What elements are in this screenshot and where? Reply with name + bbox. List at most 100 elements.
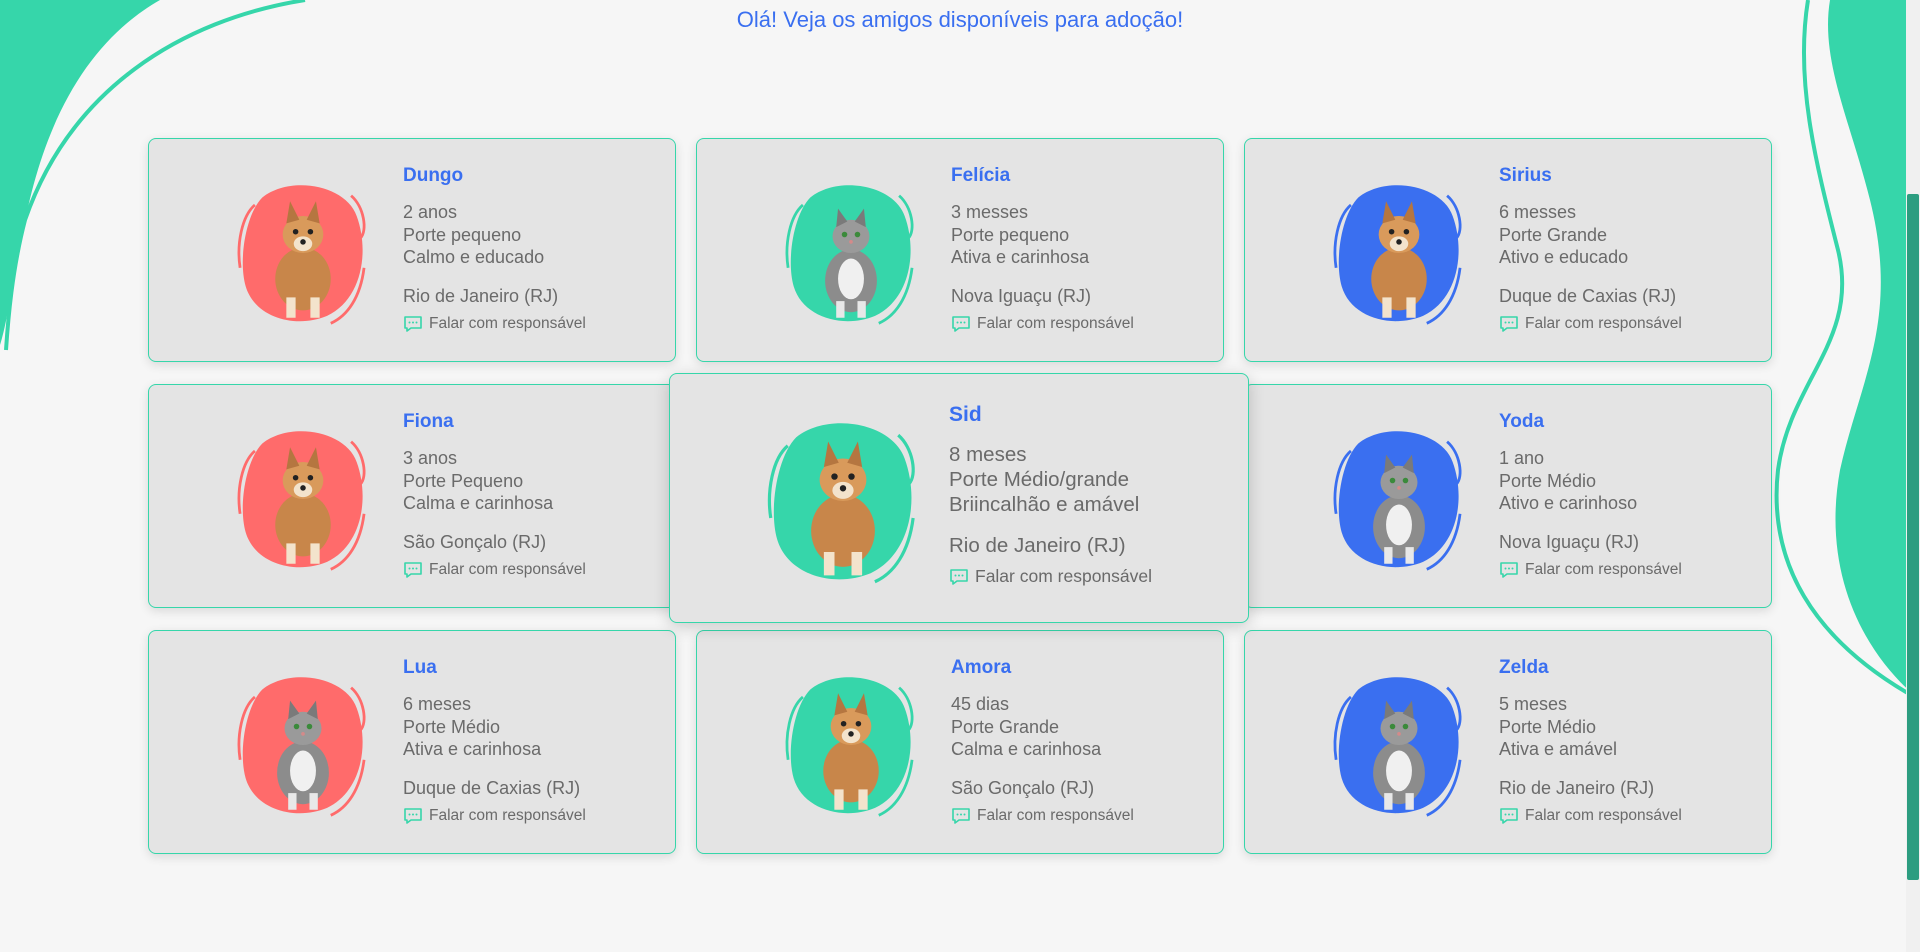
pet-card-yoda[interactable]: Yoda 1 ano Porte Médio Ativo e carinhoso… [1244,384,1772,608]
page-greeting: Olá! Veja os amigos disponíveis para ado… [736,7,1184,32]
pet-name: Dungo [403,165,464,186]
contact-owner-link[interactable]: Falar com responsável [403,805,586,828]
chat-icon [1499,807,1519,825]
pet-name: Lua [403,657,437,678]
pet-info: Fiona 3 anos Porte Pequeno Calma e carin… [403,411,586,582]
pet-city: Rio de Janeiro (RJ) [949,534,1126,557]
pet-photo [229,671,377,819]
chat-icon [1499,315,1519,333]
contact-owner-label: Falar com responsável [429,561,586,578]
pet-temperament: Calma e carinhosa [403,493,554,513]
pet-size: Porte Grande [951,716,1060,737]
pet-card-sirius[interactable]: Sirius 6 messes Porte Grande Ativo e edu… [1244,138,1772,362]
pet-info: Dungo 2 anos Porte pequeno Calmo e educa… [403,165,586,336]
pet-temperament: Calmo e educado [403,247,545,267]
pet-temperament: Ativo e educado [1499,247,1629,267]
chat-icon [951,807,971,825]
contact-owner-label: Falar com responsável [977,315,1134,332]
pet-temperament: Ativa e amável [1499,739,1618,759]
pet-size: Porte pequeno [403,224,522,245]
contact-owner-link[interactable]: Falar com responsável [1499,805,1682,828]
pet-photo [1325,671,1473,819]
scrollbar-thumb[interactable] [1907,194,1919,880]
pet-card-felícia[interactable]: Felícia 3 messes Porte pequeno Ativa e c… [696,138,1224,362]
pet-name: Fiona [403,411,454,432]
contact-owner-link[interactable]: Falar com responsável [949,564,1152,589]
contact-owner-link[interactable]: Falar com responsável [1499,313,1682,336]
pet-city: São Gonçalo (RJ) [403,531,547,552]
chat-icon [403,561,423,579]
pet-card-amora[interactable]: Amora 45 dias Porte Grande Calma e carin… [696,630,1224,854]
pet-age: 1 ano [1499,448,1545,468]
pet-card-dungo[interactable]: Dungo 2 anos Porte pequeno Calmo e educa… [148,138,676,362]
pet-name: Yoda [1499,411,1545,432]
pet-size: Porte Grande [1499,224,1608,245]
pet-info: Yoda 1 ano Porte Médio Ativo e carinhoso… [1499,411,1682,582]
pet-age: 8 meses [949,443,1027,466]
contact-owner-label: Falar com responsável [429,315,586,332]
pet-size: Porte pequeno [951,224,1070,245]
pet-city: Rio de Janeiro (RJ) [403,285,559,306]
pet-info: Sid 8 meses Porte Médio/grande Briincalh… [949,404,1152,589]
pet-photo [229,425,377,573]
pet-info: Lua 6 meses Porte Médio Ativa e carinhos… [403,657,586,828]
pet-photo [758,416,928,586]
pet-info: Felícia 3 messes Porte pequeno Ativa e c… [951,165,1134,336]
contact-owner-label: Falar com responsável [1525,807,1682,824]
pet-name: Zelda [1499,657,1549,678]
pet-card-zelda[interactable]: Zelda 5 meses Porte Médio Ativa e amável… [1244,630,1772,854]
pet-city: Nova Iguaçu (RJ) [1499,531,1640,552]
pet-photo [1325,425,1473,573]
pet-info: Zelda 5 meses Porte Médio Ativa e amável… [1499,657,1682,828]
pet-info: Sirius 6 messes Porte Grande Ativo e edu… [1499,165,1682,336]
top-left-wave [0,0,160,345]
pet-city: Duque de Caxias (RJ) [1499,285,1677,306]
pet-name: Sirius [1499,165,1552,186]
pet-size: Porte Médio [1499,470,1597,491]
pet-name: Felícia [951,165,1011,186]
pet-city: Nova Iguaçu (RJ) [951,285,1092,306]
pet-name: Amora [951,657,1012,678]
pet-size: Porte Médio [403,716,501,737]
pet-size: Porte Pequeno [403,470,524,491]
pet-info: Amora 45 dias Porte Grande Calma e carin… [951,657,1134,828]
contact-owner-link[interactable]: Falar com responsável [1499,559,1682,582]
pet-temperament: Ativo e carinhoso [1499,493,1638,513]
chat-icon [403,315,423,333]
pet-temperament: Calma e carinhosa [951,739,1102,759]
pet-age: 6 meses [403,694,472,714]
contact-owner-label: Falar com responsável [429,807,586,824]
contact-owner-label: Falar com responsável [975,566,1153,586]
contact-owner-link[interactable]: Falar com responsável [951,313,1134,336]
contact-owner-link[interactable]: Falar com responsável [403,559,586,582]
pet-age: 3 messes [951,202,1029,222]
chat-icon [949,568,969,586]
pet-size: Porte Médio [1499,716,1597,737]
pet-age: 45 dias [951,694,1010,714]
pet-card-lua[interactable]: Lua 6 meses Porte Médio Ativa e carinhos… [148,630,676,854]
pet-size: Porte Médio/grande [949,468,1130,491]
contact-owner-label: Falar com responsável [1525,315,1682,332]
pet-card-sid[interactable]: Sid 8 meses Porte Médio/grande Briincalh… [669,373,1249,623]
scrollbar[interactable] [1906,0,1920,952]
pet-temperament: Briincalhão e amável [949,493,1140,516]
pet-city: Duque de Caxias (RJ) [403,777,581,798]
pet-photo [777,671,925,819]
pet-age: 2 anos [403,202,458,222]
chat-icon [1499,561,1519,579]
chat-icon [403,807,423,825]
pet-card-fiona[interactable]: Fiona 3 anos Porte Pequeno Calma e carin… [148,384,676,608]
pet-photo [229,179,377,327]
pet-temperament: Ativa e carinhosa [403,739,542,759]
contact-owner-link[interactable]: Falar com responsável [403,313,586,336]
contact-owner-label: Falar com responsável [1525,561,1682,578]
contact-owner-label: Falar com responsável [977,807,1134,824]
pet-temperament: Ativa e carinhosa [951,247,1090,267]
pet-photo [1325,179,1473,327]
pet-photo [777,179,925,327]
pet-city: São Gonçalo (RJ) [951,777,1095,798]
pet-age: 5 meses [1499,694,1568,714]
chat-icon [951,315,971,333]
contact-owner-link[interactable]: Falar com responsável [951,805,1134,828]
pet-city: Rio de Janeiro (RJ) [1499,777,1655,798]
